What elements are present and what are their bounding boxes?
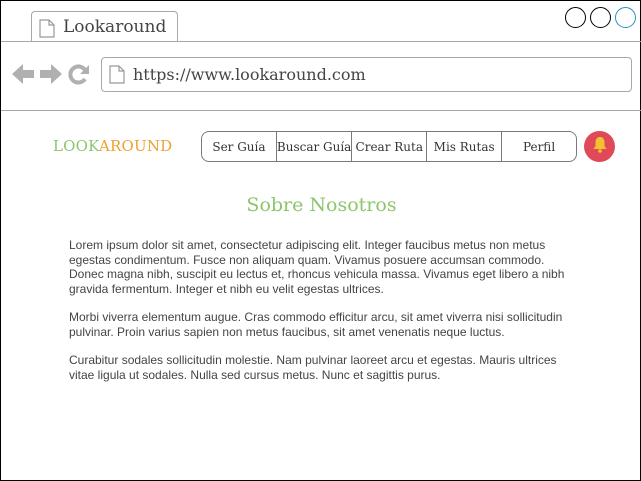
address-bar[interactable]: https://www.lookaround.com — [101, 57, 632, 92]
logo-around: AROUND — [98, 137, 173, 155]
about-content: Lorem ipsum dolor sit amet, consectetur … — [69, 238, 569, 396]
toolbar-divider — [1, 110, 641, 111]
notifications-button[interactable] — [584, 131, 615, 162]
browser-window: Lookaround https://www.lookaround.com LO… — [0, 0, 641, 481]
maximize-button[interactable] — [590, 7, 611, 28]
back-arrow-icon[interactable] — [11, 62, 35, 90]
tab-divider — [1, 41, 641, 42]
window-controls — [565, 7, 636, 28]
url-text: https://www.lookaround.com — [133, 65, 366, 84]
nav-mis-rutas[interactable]: Mis Rutas — [427, 132, 503, 161]
logo-look: LOOK — [53, 137, 99, 155]
tab-title: Lookaround — [63, 17, 167, 37]
reload-icon[interactable] — [67, 62, 91, 90]
main-nav: Ser Guía Buscar Guía Crear Ruta Mis Ruta… — [201, 131, 577, 162]
close-button[interactable] — [615, 7, 636, 28]
page-title: Sobre Nosotros — [246, 194, 397, 216]
browser-tab[interactable]: Lookaround — [31, 11, 178, 42]
forward-arrow-icon[interactable] — [39, 62, 63, 90]
site-logo[interactable]: LOOKAROUND — [53, 137, 172, 155]
nav-crear-ruta[interactable]: Crear Ruta — [352, 132, 428, 161]
bell-icon — [592, 136, 608, 157]
nav-perfil[interactable]: Perfil — [502, 132, 576, 161]
paragraph: Curabitur sodales sollicitudin molestie.… — [69, 353, 557, 382]
navigation-controls — [11, 62, 91, 90]
document-icon — [39, 19, 55, 42]
minimize-button[interactable] — [565, 7, 586, 28]
nav-ser-guia[interactable]: Ser Guía — [202, 132, 277, 161]
paragraph: Morbi viverra elementum augue. Cras comm… — [69, 310, 563, 339]
paragraph: Lorem ipsum dolor sit amet, consectetur … — [69, 238, 565, 296]
nav-buscar-guia[interactable]: Buscar Guía — [277, 132, 353, 161]
page-icon — [109, 65, 125, 88]
